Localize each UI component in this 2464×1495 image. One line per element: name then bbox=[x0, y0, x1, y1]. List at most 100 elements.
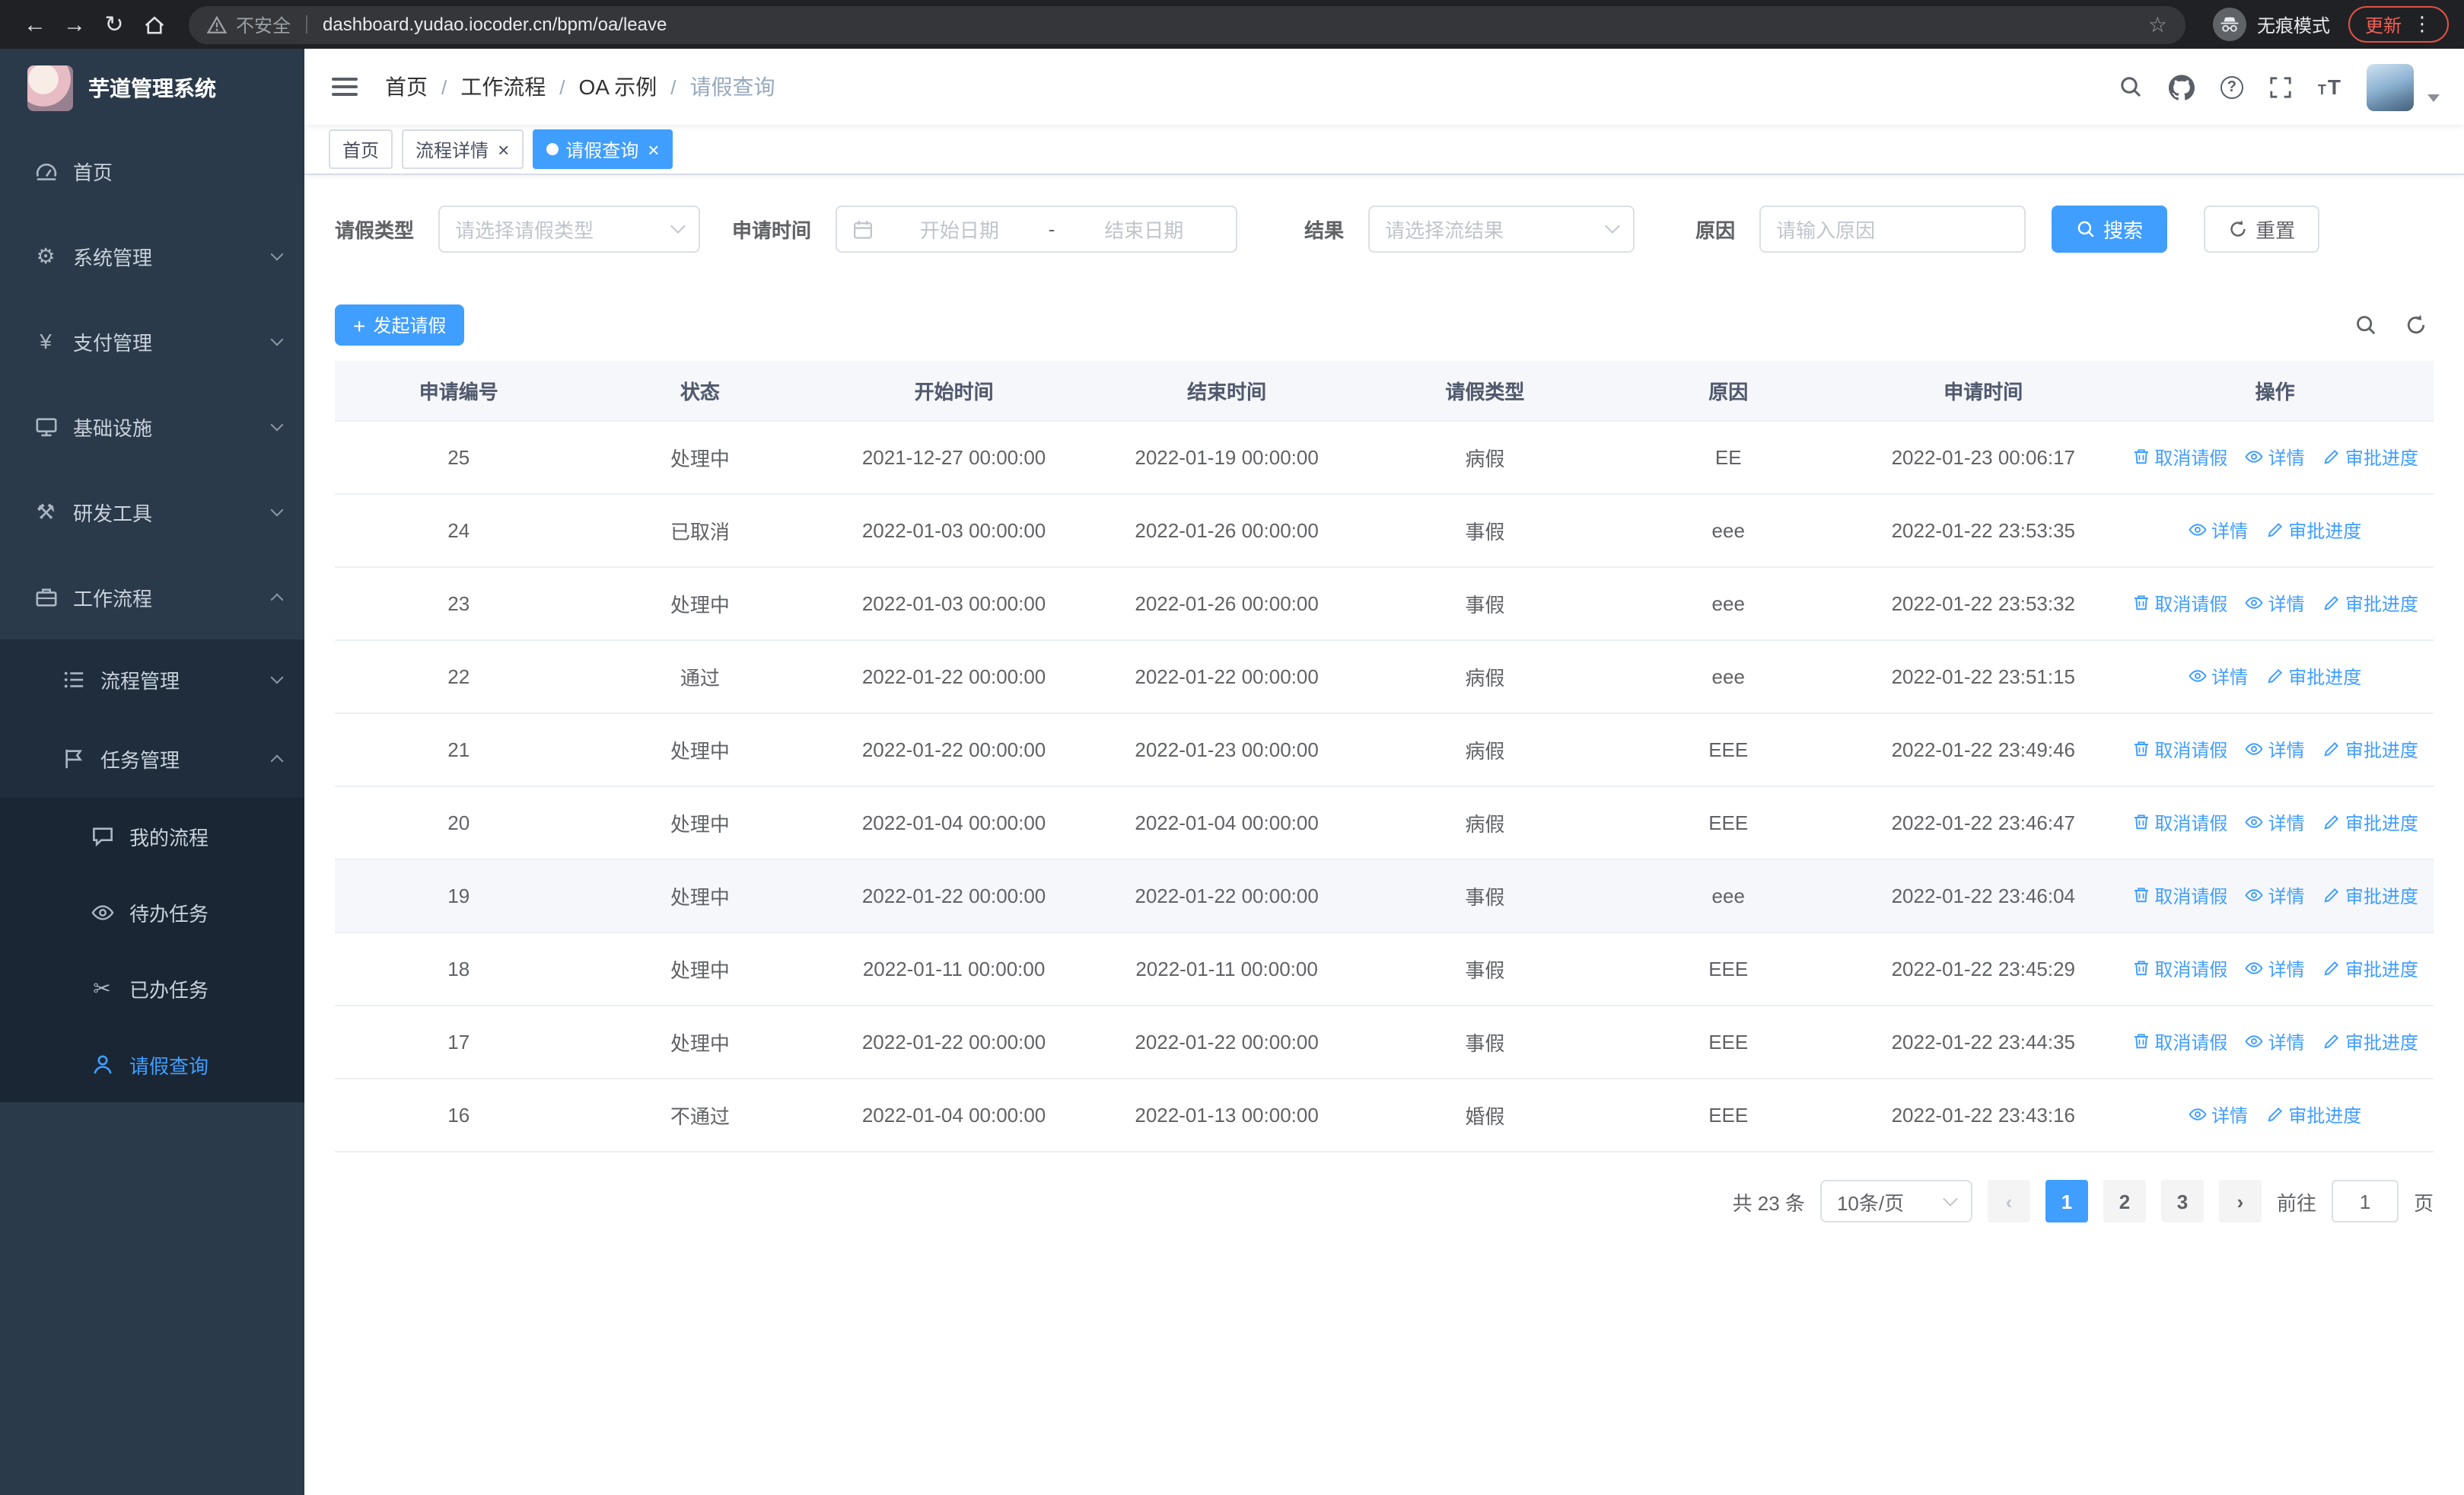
filter-apply-time: 申请时间 开始日期 - 结束日期 bbox=[732, 206, 1238, 253]
create-leave-label: 发起请假 bbox=[373, 315, 447, 336]
cell-start: 2022-01-04 00:00:00 bbox=[861, 1104, 1046, 1127]
approval-progress-link[interactable]: 审批进度 bbox=[2265, 1102, 2361, 1128]
bookmark-star-icon[interactable]: ☆ bbox=[2148, 11, 2167, 37]
chevron-down-icon bbox=[1605, 218, 1620, 234]
next-page-button[interactable]: › bbox=[2218, 1180, 2262, 1222]
cancel-leave-link[interactable]: 取消请假 bbox=[2131, 1029, 2227, 1055]
approval-progress-link[interactable]: 审批进度 bbox=[2322, 810, 2418, 836]
browser-menu-icon[interactable]: ⋮ bbox=[2412, 12, 2432, 37]
search-button[interactable]: 搜索 bbox=[2052, 206, 2168, 253]
breadcrumb-workflow[interactable]: 工作流程 bbox=[460, 72, 546, 102]
tab-leave-query[interactable]: 请假查询 × bbox=[532, 129, 673, 169]
cancel-leave-link[interactable]: 取消请假 bbox=[2131, 445, 2227, 470]
avatar-caret-icon[interactable] bbox=[2427, 94, 2440, 101]
approval-progress-link[interactable]: 审批进度 bbox=[2322, 1029, 2418, 1055]
home-button[interactable] bbox=[134, 5, 173, 44]
cancel-leave-link[interactable]: 取消请假 bbox=[2131, 737, 2227, 763]
app-logo[interactable]: 芋道管理系统 bbox=[0, 49, 304, 128]
end-date-placeholder[interactable]: 结束日期 bbox=[1067, 215, 1221, 244]
approval-progress-link[interactable]: 审批进度 bbox=[2322, 883, 2418, 909]
reload-button[interactable]: ↻ bbox=[94, 5, 134, 44]
tab-home[interactable]: 首页 bbox=[329, 129, 393, 169]
page-content: 请假类型 请选择请假类型 申请时间 开始日期 - 结束日期 结果 请选择流结果 … bbox=[304, 175, 2464, 1495]
toggle-search-icon[interactable] bbox=[2354, 314, 2377, 336]
breadcrumb-home[interactable]: 首页 bbox=[385, 72, 428, 102]
leave-type-select[interactable]: 请选择请假类型 bbox=[438, 206, 701, 253]
user-icon bbox=[88, 1053, 116, 1076]
sidebar-item-workflow[interactable]: 工作流程 bbox=[0, 554, 304, 639]
help-icon[interactable]: ? bbox=[2220, 75, 2243, 98]
cell-id: 25 bbox=[447, 446, 470, 469]
forward-button[interactable]: → bbox=[55, 5, 94, 44]
detail-link[interactable]: 详情 bbox=[2246, 956, 2305, 982]
detail-link[interactable]: 详情 bbox=[2246, 1029, 2305, 1055]
page-button-3[interactable]: 3 bbox=[2160, 1180, 2204, 1222]
close-icon[interactable]: × bbox=[498, 139, 509, 159]
sidebar-item-leave-query[interactable]: 请假查询 bbox=[0, 1026, 304, 1102]
github-icon[interactable] bbox=[2169, 74, 2195, 100]
close-icon[interactable]: × bbox=[648, 139, 659, 159]
reason-input[interactable]: 请输入原因 bbox=[1759, 206, 2026, 253]
approval-progress-link[interactable]: 审批进度 bbox=[2265, 518, 2361, 543]
address-bar[interactable]: 不安全 dashboard.yudao.iocoder.cn/bpm/oa/le… bbox=[189, 5, 2185, 43]
date-range-input[interactable]: 开始日期 - 结束日期 bbox=[836, 206, 1238, 253]
detail-link[interactable]: 详情 bbox=[2246, 445, 2305, 470]
cancel-leave-link[interactable]: 取消请假 bbox=[2131, 810, 2227, 836]
sidebar-item-task-management[interactable]: 任务管理 bbox=[0, 719, 304, 798]
reset-button-label: 重置 bbox=[2255, 219, 2296, 242]
page-button-1[interactable]: 1 bbox=[2045, 1180, 2088, 1222]
sidebar-item-system-management[interactable]: ⚙ 系统管理 bbox=[0, 213, 304, 298]
approval-progress-link[interactable]: 审批进度 bbox=[2322, 591, 2418, 617]
approval-progress-link[interactable]: 审批进度 bbox=[2322, 737, 2418, 763]
detail-link[interactable]: 详情 bbox=[2189, 518, 2248, 543]
detail-link[interactable]: 详情 bbox=[2246, 737, 2305, 763]
detail-link[interactable]: 详情 bbox=[2246, 810, 2305, 836]
detail-link[interactable]: 详情 bbox=[2246, 591, 2305, 617]
goto-page-input[interactable]: 1 bbox=[2331, 1180, 2399, 1222]
approval-progress-link[interactable]: 审批进度 bbox=[2265, 664, 2361, 690]
create-leave-button[interactable]: + 发起请假 bbox=[335, 304, 465, 346]
page-size-select[interactable]: 10条/页 bbox=[1819, 1180, 1972, 1222]
sidebar-item-done-tasks[interactable]: ✂ 已办任务 bbox=[0, 950, 304, 1026]
cell-start: 2022-01-11 00:00:00 bbox=[862, 958, 1046, 980]
breadcrumb-oa-example[interactable]: OA 示例 bbox=[579, 72, 657, 102]
cancel-leave-link[interactable]: 取消请假 bbox=[2131, 956, 2227, 982]
avatar[interactable] bbox=[2367, 63, 2414, 110]
sidebar-item-payment-management[interactable]: ¥ 支付管理 bbox=[0, 298, 304, 384]
detail-link[interactable]: 详情 bbox=[2189, 664, 2248, 690]
sidebar-toggle-icon[interactable] bbox=[329, 67, 361, 107]
cell-apply-time: 2022-01-22 23:43:16 bbox=[1891, 1104, 2076, 1127]
cell-id: 20 bbox=[447, 811, 470, 834]
back-button[interactable]: ← bbox=[15, 5, 55, 44]
detail-link[interactable]: 详情 bbox=[2189, 1102, 2248, 1128]
page-button-2[interactable]: 2 bbox=[2103, 1180, 2146, 1222]
fullscreen-icon[interactable] bbox=[2269, 75, 2292, 98]
result-select[interactable]: 请选择流结果 bbox=[1368, 206, 1635, 253]
cell-id: 16 bbox=[447, 1104, 470, 1127]
sidebar-item-process-management[interactable]: 流程管理 bbox=[0, 639, 304, 719]
sidebar-item-infrastructure[interactable]: 基础设施 bbox=[0, 384, 304, 469]
monitor-icon bbox=[32, 415, 59, 438]
start-date-placeholder[interactable]: 开始日期 bbox=[883, 215, 1036, 244]
approval-progress-link[interactable]: 审批进度 bbox=[2322, 956, 2418, 982]
sidebar-item-home[interactable]: 首页 bbox=[0, 128, 304, 213]
tab-process-detail[interactable]: 流程详情 × bbox=[402, 129, 524, 169]
cell-actions: 详情 审批进度 bbox=[2116, 1102, 2433, 1129]
security-label[interactable]: 不安全 bbox=[236, 11, 291, 37]
url-text[interactable]: dashboard.yudao.iocoder.cn/bpm/oa/leave bbox=[323, 14, 2139, 35]
reset-button[interactable]: 重置 bbox=[2204, 206, 2320, 253]
update-button[interactable]: 更新 ⋮ bbox=[2348, 6, 2449, 43]
cancel-leave-link[interactable]: 取消请假 bbox=[2131, 883, 2227, 909]
chevron-down-icon bbox=[670, 218, 686, 234]
sidebar-item-my-process[interactable]: 我的流程 bbox=[0, 798, 304, 874]
sidebar-item-todo-tasks[interactable]: 待办任务 bbox=[0, 874, 304, 950]
chat-icon bbox=[88, 824, 116, 847]
approval-progress-link[interactable]: 审批进度 bbox=[2322, 445, 2418, 470]
detail-link[interactable]: 详情 bbox=[2246, 883, 2305, 909]
font-size-icon[interactable]: TT bbox=[2318, 76, 2341, 97]
prev-page-button[interactable]: ‹ bbox=[1987, 1180, 2030, 1222]
cancel-leave-link[interactable]: 取消请假 bbox=[2131, 591, 2227, 617]
sidebar-item-dev-tools[interactable]: ⚒ 研发工具 bbox=[0, 469, 304, 554]
header-search-icon[interactable] bbox=[2119, 75, 2143, 99]
refresh-table-icon[interactable] bbox=[2405, 314, 2427, 336]
